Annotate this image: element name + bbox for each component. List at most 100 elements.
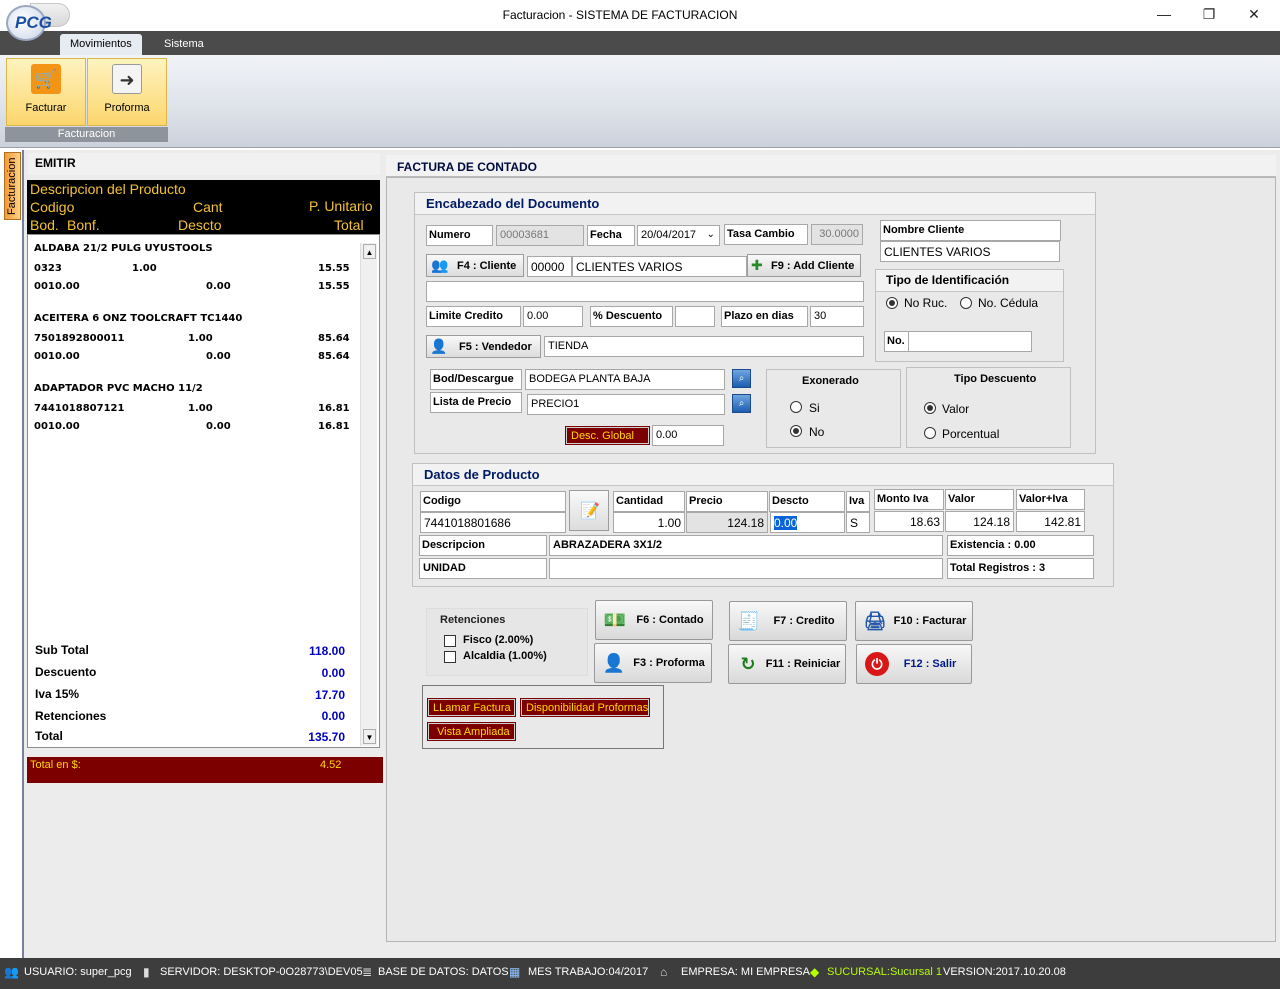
- datos-producto-title: Datos de Producto: [413, 464, 1113, 486]
- f5-vendedor-button[interactable]: 👤 F5 : Vendedor: [426, 335, 541, 358]
- retenciones-label: Retenciones: [35, 709, 107, 723]
- product-list-header: Descripcion del Producto Codigo Cant P. …: [27, 180, 380, 234]
- product-list-scrollbar[interactable]: ▲ ▼: [360, 243, 377, 746]
- search-icon[interactable]: ⌕: [732, 369, 751, 388]
- tab-sistema[interactable]: Sistema: [154, 34, 214, 55]
- unidad-field[interactable]: UNIDAD: [419, 558, 547, 579]
- iva-field[interactable]: S: [846, 512, 870, 533]
- item-bod: 001: [34, 351, 55, 362]
- fecha-picker[interactable]: 20/04/2017 ⌄: [637, 225, 720, 246]
- item-qty: 1.00: [132, 263, 157, 274]
- product-search-button[interactable]: 📝: [569, 490, 609, 531]
- tasa-field[interactable]: 30.0000: [811, 224, 863, 245]
- f7-credito-button[interactable]: 🧾 F7 : Credito: [729, 601, 847, 641]
- facturar-button[interactable]: 🛒 Facturar: [6, 58, 86, 126]
- exonerado-title: Exonerado: [802, 375, 859, 387]
- limite-credito-label: Limite Credito: [426, 306, 521, 327]
- no-field[interactable]: [908, 331, 1032, 352]
- cart-icon: 🛒: [31, 64, 61, 94]
- product-list[interactable]: ALDABA 21/2 PULG UYUSTOOLS 0323 1.00 15.…: [27, 234, 380, 748]
- total-value: 135.70: [308, 730, 345, 744]
- descuento-pct-label: % Descuento: [590, 306, 673, 327]
- no-ruc-radio[interactable]: [886, 297, 898, 309]
- f3-proforma-button[interactable]: 👤 F3 : Proforma: [594, 643, 712, 683]
- search-icon[interactable]: ⌕: [732, 394, 751, 413]
- fecha-label: Fecha: [587, 225, 635, 246]
- valor-radio[interactable]: [924, 402, 936, 414]
- minimize-button[interactable]: —: [1154, 6, 1174, 22]
- item-total: 85.64: [318, 351, 350, 362]
- f7-label: F7 : Credito: [773, 615, 835, 627]
- porcentual-radio[interactable]: [924, 427, 936, 439]
- item-price: 16.81: [318, 403, 350, 414]
- exonerado-si-radio[interactable]: [790, 401, 802, 413]
- user-icon: 👥: [4, 965, 19, 979]
- side-tab-facturacion[interactable]: Facturacion: [4, 152, 21, 220]
- col-total: Total: [334, 217, 364, 233]
- valor-iva-field[interactable]: 142.81: [1016, 511, 1085, 532]
- cantidad-field[interactable]: 1.00: [613, 512, 685, 533]
- exonerado-no-radio[interactable]: [790, 425, 802, 437]
- lista-precio-field[interactable]: PRECIO1: [527, 394, 725, 415]
- f12-salir-button[interactable]: ⏻ F12 : Salir: [856, 644, 972, 684]
- col-cant: Cant: [193, 199, 223, 215]
- vendedor-field[interactable]: TIENDA: [544, 336, 864, 357]
- f5-label: F5 : Vendedor: [459, 341, 532, 353]
- chevron-down-icon[interactable]: ⌄: [707, 229, 715, 240]
- disponibilidad-proformas-button[interactable]: Disponibilidad Proformas: [520, 698, 650, 717]
- scroll-up-icon[interactable]: ▲: [363, 244, 376, 259]
- alcaldia-checkbox[interactable]: [444, 651, 456, 663]
- valor-col-field[interactable]: 124.18: [945, 511, 1014, 532]
- retenciones-title: Retenciones: [440, 614, 506, 626]
- retenciones-value: 0.00: [321, 709, 345, 723]
- cliente-code-field[interactable]: 00000: [527, 256, 572, 277]
- close-button[interactable]: ✕: [1244, 6, 1264, 23]
- f11-reiniciar-button[interactable]: ↻ F11 : Reiniciar: [728, 644, 846, 684]
- descripcion-label: Descripcion: [419, 535, 547, 556]
- item-desc: ACEITERA 6 ONZ TOOLCRAFT TC1440: [34, 313, 243, 324]
- maximize-button[interactable]: ❐: [1199, 6, 1219, 23]
- unidad-extra-field[interactable]: [549, 558, 943, 579]
- descripcion-field[interactable]: ABRAZADERA 3X1/2: [549, 535, 943, 556]
- app-logo-icon[interactable]: PCG: [6, 5, 52, 41]
- client-icon: 👥: [431, 257, 449, 273]
- nombre-cliente-field[interactable]: CLIENTES VARIOS: [880, 241, 1060, 262]
- porcentual-label: Porcentual: [942, 427, 1000, 441]
- cliente-name-field[interactable]: CLIENTES VARIOS: [572, 256, 747, 277]
- limite-credito-field[interactable]: 0.00: [523, 306, 583, 327]
- descto-field[interactable]: 0.00: [770, 512, 845, 533]
- item-price: 85.64: [318, 333, 350, 344]
- f4-cliente-button[interactable]: 👥 F4 : Cliente: [426, 254, 524, 277]
- monto-iva-field[interactable]: 18.63: [874, 511, 944, 532]
- factura-header: FACTURA DE CONTADO: [386, 155, 1276, 177]
- vista-ampliada-button[interactable]: Vista Ampliada: [427, 722, 516, 741]
- plazo-field[interactable]: 30: [810, 306, 864, 327]
- scroll-down-icon[interactable]: ▼: [363, 729, 376, 744]
- precio-field[interactable]: 124.18: [686, 512, 768, 533]
- cliente-extra-field[interactable]: [426, 281, 864, 302]
- numero-field[interactable]: 00003681: [496, 225, 584, 246]
- llamar-factura-button[interactable]: LLamar Factura: [427, 698, 516, 717]
- fecha-value: 20/04/2017: [641, 229, 697, 241]
- col-codigo: Codigo: [30, 199, 75, 215]
- tab-movimientos[interactable]: Movimientos: [60, 34, 142, 55]
- descto-value: 0.00: [774, 516, 798, 530]
- status-sucursal: SUCURSAL:Sucursal 1: [827, 966, 942, 978]
- bodega-field[interactable]: BODEGA PLANTA BAJA: [525, 369, 725, 390]
- f9-add-cliente-button[interactable]: ✚ F9 : Add Cliente: [747, 254, 861, 277]
- f6-contado-button[interactable]: 💵 F6 : Contado: [595, 600, 713, 640]
- tipo-descuento-title: Tipo Descuento: [954, 373, 1037, 385]
- descto-label: Descto: [769, 491, 845, 512]
- logo-text: PCG: [15, 13, 52, 32]
- total-usd-label: Total en $:: [30, 759, 81, 771]
- database-icon: ≣: [362, 965, 373, 979]
- proforma-button[interactable]: ➜ Proforma: [87, 58, 167, 126]
- f10-facturar-button[interactable]: 🖨 F10 : Facturar: [855, 601, 973, 641]
- codigo-field[interactable]: 7441018801686: [420, 512, 566, 533]
- desc-global-field[interactable]: 0.00: [652, 425, 724, 446]
- no-cedula-radio[interactable]: [960, 297, 972, 309]
- fisco-checkbox[interactable]: [444, 635, 456, 647]
- descuento-pct-field[interactable]: [675, 306, 715, 327]
- item-price: 15.55: [318, 263, 350, 274]
- server-icon: ▮: [143, 965, 150, 979]
